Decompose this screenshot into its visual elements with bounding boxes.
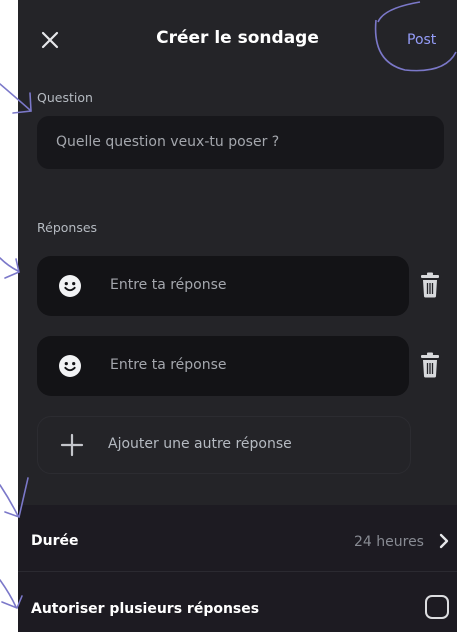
add-answer-label: Ajouter une autre réponse [108,436,292,452]
question-input[interactable]: Quelle question veux-tu poser ? [37,116,444,169]
answer-input-2[interactable]: Entre ta réponse [37,336,409,396]
settings-panel: Durée 24 heures Autoriser plusieurs répo… [18,505,457,632]
trash-icon[interactable] [419,352,441,378]
duration-row[interactable]: Durée 24 heures [18,505,457,572]
duration-value: 24 heures [354,534,424,550]
allow-multiple-checkbox[interactable] [425,595,449,619]
add-answer-button[interactable]: Ajouter une autre réponse [37,416,411,474]
answer-input-1[interactable]: Entre ta réponse [37,256,409,316]
question-placeholder: Quelle question veux-tu poser ? [56,134,280,150]
allow-multiple-answers-row[interactable]: Autoriser plusieurs réponses [18,575,457,632]
answer-placeholder: Entre ta réponse [110,357,227,373]
create-poll-screen: Créer le sondage Post Question Quelle qu… [18,0,457,632]
answer-placeholder: Entre ta réponse [110,277,227,293]
answers-label: Réponses [37,220,98,235]
smiley-icon[interactable] [58,354,82,378]
plus-icon [60,433,84,457]
trash-icon[interactable] [419,272,441,298]
page-title: Créer le sondage [156,28,319,48]
question-label: Question [37,90,93,105]
post-button[interactable]: Post [407,32,436,48]
annotation-arrow [0,257,20,279]
duration-label: Durée [31,533,79,549]
header: Créer le sondage Post [18,0,457,80]
smiley-icon[interactable] [58,274,82,298]
chevron-right-icon [439,533,449,549]
allow-multiple-label: Autoriser plusieurs réponses [31,601,260,617]
